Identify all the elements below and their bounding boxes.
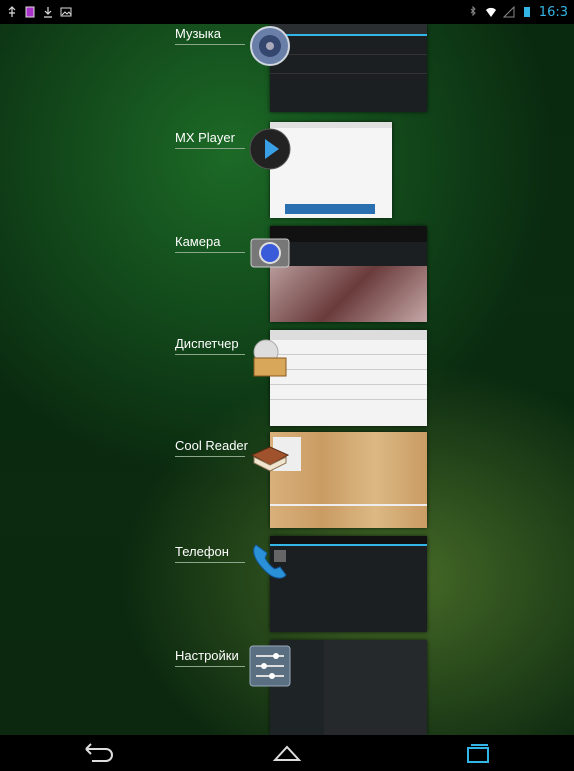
app-label: Настройки bbox=[175, 648, 239, 663]
camera-icon bbox=[250, 238, 290, 268]
navigation-bar bbox=[0, 735, 574, 771]
bluetooth-icon bbox=[470, 6, 476, 17]
back-button[interactable] bbox=[66, 739, 126, 767]
clock: 16:3 bbox=[538, 4, 568, 20]
sd-card-icon bbox=[25, 6, 35, 18]
recent-apps-icon bbox=[467, 744, 490, 763]
app-label: Диспетчер bbox=[175, 336, 239, 351]
battery-icon bbox=[523, 7, 530, 17]
book-icon bbox=[250, 446, 290, 472]
app-thumbnail[interactable] bbox=[270, 330, 427, 426]
phone-icon bbox=[253, 544, 287, 579]
settings-icon bbox=[249, 645, 291, 687]
wifi-icon bbox=[485, 7, 496, 17]
usb-icon bbox=[8, 6, 16, 17]
recent-apps-list[interactable]: Музыка MX Player Камера Диспетчер Cool R… bbox=[0, 24, 574, 735]
app-label: MX Player bbox=[175, 130, 235, 145]
app-label: Телефон bbox=[175, 544, 229, 559]
app-thumbnail[interactable] bbox=[270, 536, 427, 632]
music-icon bbox=[250, 26, 290, 66]
file-manager-icon bbox=[253, 339, 287, 377]
notification-icons bbox=[0, 6, 78, 18]
download-icon bbox=[44, 7, 52, 18]
app-label: Cool Reader bbox=[175, 438, 248, 453]
play-icon bbox=[249, 128, 291, 170]
home-icon bbox=[272, 745, 302, 761]
status-bar: 16:3 bbox=[0, 0, 574, 24]
app-thumbnail[interactable] bbox=[270, 24, 427, 112]
signal-icon bbox=[502, 6, 515, 18]
app-label: Музыка bbox=[175, 26, 221, 41]
home-button[interactable] bbox=[257, 739, 317, 767]
app-label: Камера bbox=[175, 234, 221, 249]
image-icon bbox=[60, 7, 72, 17]
back-icon bbox=[84, 743, 113, 762]
app-thumbnail[interactable] bbox=[270, 432, 427, 528]
app-thumbnail[interactable] bbox=[270, 226, 427, 322]
app-thumbnail[interactable] bbox=[270, 640, 427, 735]
recent-apps-button[interactable] bbox=[448, 739, 508, 767]
system-icons: 16:3 bbox=[461, 5, 574, 20]
